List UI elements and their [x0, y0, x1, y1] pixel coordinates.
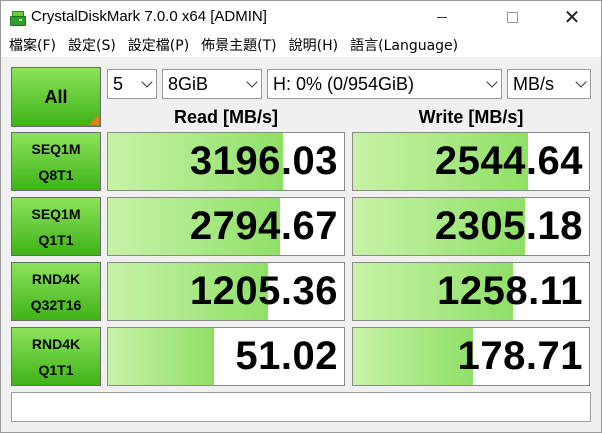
read-result: 2794.67 — [107, 197, 345, 256]
comment-field[interactable] — [11, 392, 591, 422]
test-count-select[interactable]: 5 — [107, 69, 157, 99]
test-name: RND4K — [31, 335, 81, 352]
disk-icon — [9, 9, 26, 26]
write-result: 2305.18 — [352, 197, 590, 256]
read-header: Read [MB/s] — [173, 107, 278, 127]
corner-marker — [89, 115, 99, 125]
drive-value: H: 0% (0/954GiB) — [273, 73, 415, 94]
maximize-button[interactable] — [489, 1, 535, 33]
test-params: Q32T16 — [30, 296, 82, 313]
read-result: 51.02 — [107, 327, 345, 386]
write-value: 2544.64 — [434, 139, 583, 183]
read-value: 2794.67 — [189, 204, 338, 248]
chevron-down-icon — [483, 70, 501, 98]
menu-help[interactable]: 說明(H) — [285, 35, 342, 55]
unit-value: MB/s — [513, 73, 555, 94]
read-result: 1205.36 — [107, 262, 345, 321]
unit-select[interactable]: MB/s — [507, 69, 591, 99]
write-result: 178.71 — [352, 327, 590, 386]
test-name: SEQ1M — [31, 140, 81, 157]
test-params: Q8T1 — [38, 166, 74, 183]
test-button-rnd4k-q1t1[interactable]: RND4K Q1T1 — [11, 327, 101, 386]
read-value: 1205.36 — [189, 269, 338, 313]
test-button-seq1m-q8t1[interactable]: SEQ1M Q8T1 — [11, 132, 101, 191]
chevron-down-icon — [572, 70, 590, 98]
menu-settings[interactable]: 設定(S) — [64, 35, 120, 55]
write-result: 2544.64 — [352, 132, 590, 191]
write-value: 1258.11 — [437, 269, 583, 313]
run-all-button[interactable]: All — [11, 67, 101, 127]
write-result: 1258.11 — [352, 262, 590, 321]
menu-theme[interactable]: 佈景主題(T) — [197, 35, 280, 55]
test-name: SEQ1M — [31, 205, 81, 222]
test-size-value: 8GiB — [168, 73, 209, 94]
write-value: 2305.18 — [434, 204, 583, 248]
read-value: 51.02 — [235, 334, 338, 378]
benchmark-panel: All 5 8GiB H: 0% (0/954GiB) MB/s Read [M… — [1, 58, 601, 432]
read-bar — [108, 328, 215, 385]
minimize-icon — [437, 16, 447, 18]
test-size-select[interactable]: 8GiB — [162, 69, 262, 99]
read-result: 3196.03 — [107, 132, 345, 191]
drive-select[interactable]: H: 0% (0/954GiB) — [267, 69, 502, 99]
menu-file[interactable]: 檔案(F) — [5, 35, 60, 55]
read-value: 3196.03 — [189, 139, 338, 183]
chevron-down-icon — [243, 70, 261, 98]
test-button-rnd4k-q32t16[interactable]: RND4K Q32T16 — [11, 262, 101, 321]
app-window: CrystalDiskMark 7.0.0 x64 [ADMIN] ✕ 檔案(F… — [0, 0, 602, 433]
test-params: Q1T1 — [38, 231, 74, 248]
chevron-down-icon — [138, 70, 156, 98]
run-all-label: All — [44, 86, 68, 107]
maximize-icon — [506, 11, 518, 23]
test-params: Q1T1 — [38, 361, 74, 378]
title-bar[interactable]: CrystalDiskMark 7.0.0 x64 [ADMIN] ✕ — [1, 1, 601, 34]
test-name: RND4K — [31, 270, 81, 287]
menu-bar: 檔案(F) 設定(S) 設定檔(P) 佈景主題(T) 說明(H) 語言(Lang… — [1, 33, 601, 57]
menu-profile[interactable]: 設定檔(P) — [124, 35, 193, 55]
minimize-button[interactable] — [419, 1, 465, 33]
write-header: Write [MB/s] — [418, 107, 524, 127]
menu-language[interactable]: 語言(Language) — [346, 35, 462, 55]
test-button-seq1m-q1t1[interactable]: SEQ1M Q1T1 — [11, 197, 101, 256]
window-title: CrystalDiskMark 7.0.0 x64 [ADMIN] — [31, 8, 267, 25]
close-button[interactable]: ✕ — [549, 1, 595, 33]
test-count-value: 5 — [113, 73, 124, 94]
write-bar — [353, 328, 474, 385]
close-icon: ✕ — [563, 5, 581, 29]
write-value: 178.71 — [457, 334, 583, 378]
